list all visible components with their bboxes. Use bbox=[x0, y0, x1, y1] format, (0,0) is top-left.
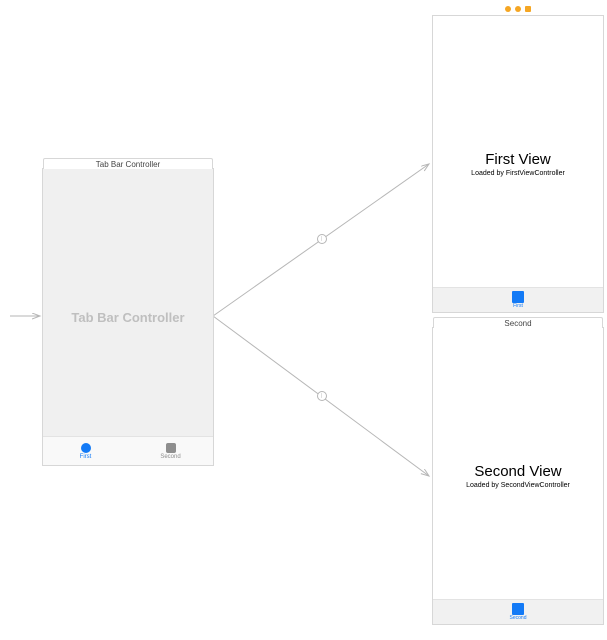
view-body: Second View Loaded by SecondViewControll… bbox=[433, 328, 603, 624]
tab-bar: First Second bbox=[43, 436, 213, 465]
tab-label: Second bbox=[510, 615, 527, 621]
circle-icon bbox=[81, 443, 91, 453]
attribute-badges bbox=[505, 6, 531, 12]
tab-item-second[interactable]: Second bbox=[128, 437, 213, 465]
view-subtitle: Loaded by SecondViewController bbox=[466, 482, 570, 489]
tab-item-first[interactable]: First bbox=[43, 437, 128, 465]
view-title: Second View bbox=[474, 463, 561, 480]
view-subtitle: Loaded by FirstViewController bbox=[471, 170, 565, 177]
tab-bar: Second bbox=[433, 599, 603, 624]
controller-placeholder: Tab Bar Controller bbox=[71, 310, 184, 325]
badge-dot-icon bbox=[515, 6, 521, 12]
scene-tab-bar-controller[interactable]: Tab Bar Controller Tab Bar Controller Fi… bbox=[42, 168, 214, 466]
square-icon bbox=[512, 603, 524, 615]
tab-bar: First bbox=[433, 287, 603, 312]
tab-label: First bbox=[513, 303, 523, 309]
square-icon bbox=[166, 443, 176, 453]
relationship-badge-icon: ⟋ bbox=[317, 391, 329, 403]
scene-first-view[interactable]: First View Loaded by FirstViewController… bbox=[432, 15, 604, 313]
scene-second-view[interactable]: Second Second View Loaded by SecondViewC… bbox=[432, 327, 604, 625]
view-body: First View Loaded by FirstViewController bbox=[433, 16, 603, 312]
badge-dot-icon bbox=[505, 6, 511, 12]
tab-label: Second bbox=[160, 454, 180, 460]
badge-dot-icon bbox=[525, 6, 531, 12]
controller-body: Tab Bar Controller bbox=[43, 169, 213, 465]
relationship-badge-icon: ⟋ bbox=[317, 234, 329, 246]
view-title: First View bbox=[485, 151, 551, 168]
tab-label: First bbox=[80, 454, 92, 460]
square-icon bbox=[512, 291, 524, 303]
